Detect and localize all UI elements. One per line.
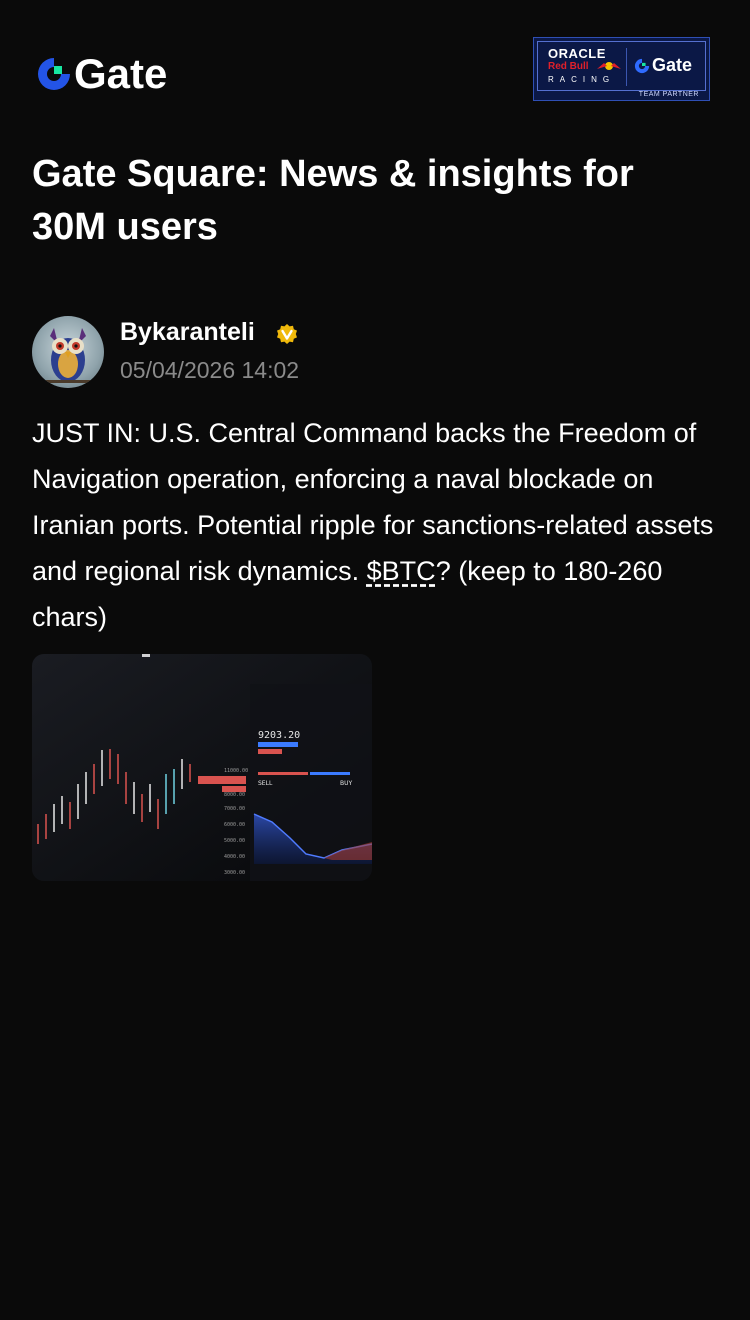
gate-logo[interactable]: Gate	[36, 50, 167, 98]
chart-sell-label: SELL	[258, 780, 273, 787]
team-partner-badge: ORACLE Red Bull RACING Gate TEAM PARTNER	[533, 37, 710, 101]
post-timestamp: 05/04/2026 14:02	[120, 357, 300, 383]
chart-buy-label: BUY	[340, 780, 353, 787]
partner-divider	[626, 48, 627, 86]
ticker-link[interactable]: $BTC	[367, 556, 436, 586]
redbull-bulls-icon	[597, 62, 621, 70]
gate-logo-small-icon	[634, 58, 650, 73]
post-image[interactable]: 11000.00 8000.00 7000.00 6000.00 5000.00…	[32, 654, 372, 881]
post-author[interactable]: Bykaranteli 05/04/2026 14:02	[32, 316, 722, 388]
svg-text:5000.00: 5000.00	[224, 838, 245, 844]
svg-text:6000.00: 6000.00	[224, 822, 245, 828]
chart-price-label: 9203.20	[258, 730, 300, 741]
partner-gate-logo: Gate	[634, 55, 692, 76]
header: Gate ORACLE Red Bull RACING Gate TEAM PA	[0, 0, 750, 120]
verified-badge-icon	[277, 324, 297, 344]
partner-gate-text: Gate	[652, 55, 693, 75]
page-title: Gate Square: News & insights for 30M use…	[32, 153, 634, 248]
owl-avatar[interactable]	[32, 316, 104, 388]
post-body: JUST IN: U.S. Central Command backs the …	[32, 410, 722, 640]
logo-text: Gate	[74, 50, 168, 97]
svg-text:3000.00: 3000.00	[224, 870, 245, 876]
gate-logo-icon	[38, 58, 70, 90]
svg-text:7000.00: 7000.00	[224, 806, 245, 812]
partner-racing-text: RACING	[548, 75, 616, 84]
partner-oracle-text: ORACLE	[548, 46, 606, 61]
svg-text:11000.00: 11000.00	[224, 768, 248, 774]
trading-chart-photo: 11000.00 8000.00 7000.00 6000.00 5000.00…	[32, 654, 372, 881]
author-name[interactable]: Bykaranteli	[120, 318, 255, 347]
team-partner-caption: TEAM PARTNER	[638, 91, 699, 98]
owl-avatar-illustration	[44, 328, 92, 383]
partner-redbull-text: Red Bull	[548, 61, 589, 72]
partner-badge-frame: ORACLE Red Bull RACING Gate	[537, 41, 706, 91]
svg-text:4000.00: 4000.00	[224, 854, 245, 860]
svg-text:8000.00: 8000.00	[224, 792, 245, 798]
